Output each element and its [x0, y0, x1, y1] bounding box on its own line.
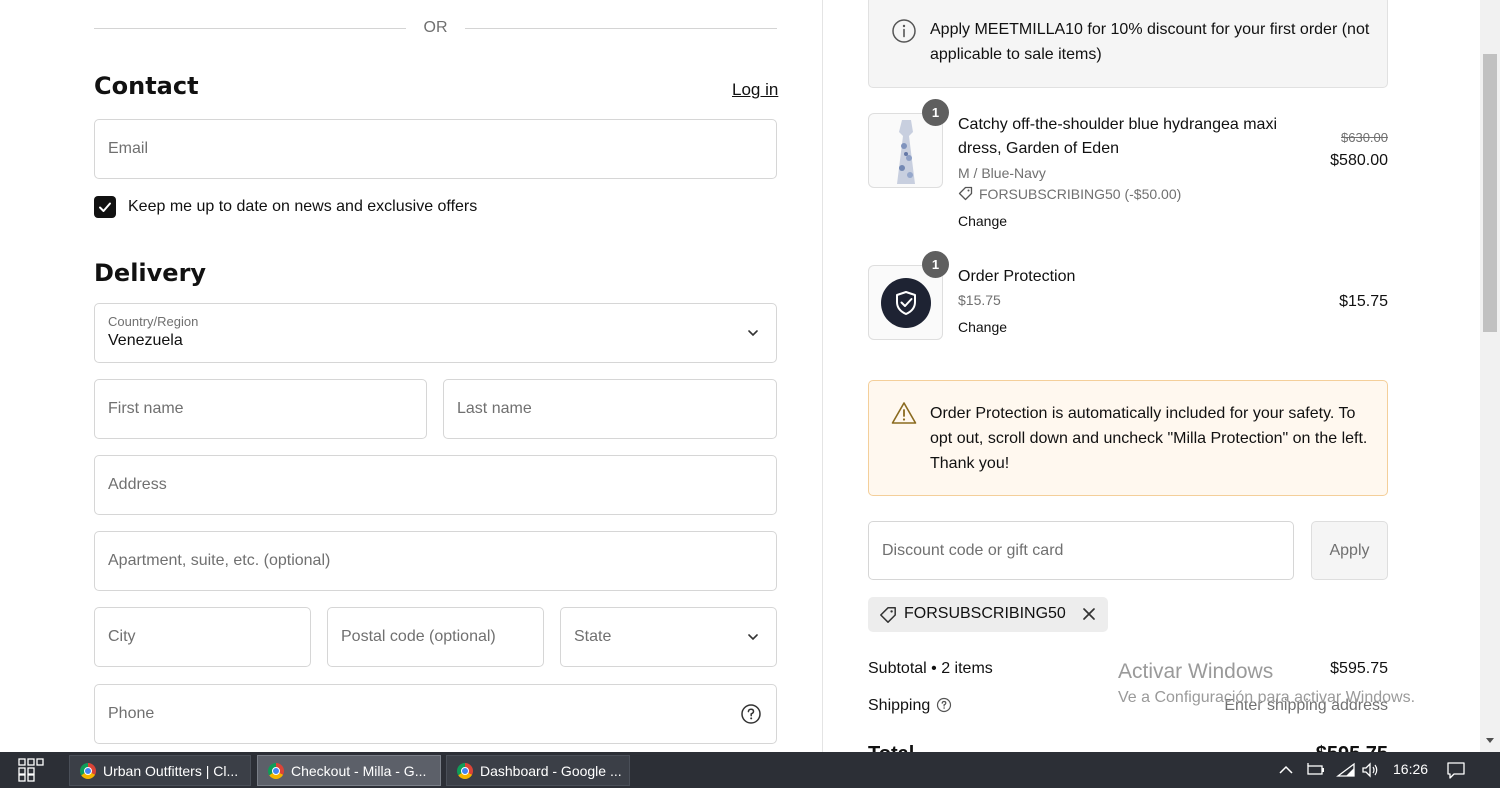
- item-price: $580.00: [1330, 152, 1388, 169]
- scroll-down-arrow[interactable]: [1486, 738, 1494, 743]
- wifi-icon[interactable]: [1336, 762, 1356, 778]
- warning-icon: [891, 402, 917, 424]
- postal-code-placeholder: Postal code (optional): [341, 628, 496, 645]
- remove-discount-icon[interactable]: [1081, 606, 1097, 622]
- volume-icon[interactable]: [1361, 762, 1381, 778]
- apply-button[interactable]: Apply: [1311, 521, 1388, 580]
- taskbar-app-checkout[interactable]: Checkout - Milla - G...: [257, 755, 441, 786]
- divider-line: [465, 28, 777, 29]
- last-name-placeholder: Last name: [457, 400, 532, 417]
- country-select[interactable]: Country/Region Venezuela: [94, 303, 777, 363]
- total-label: Total: [868, 743, 914, 752]
- apartment-field[interactable]: Apartment, suite, etc. (optional): [94, 531, 777, 591]
- item-variant: M / Blue-Navy: [958, 165, 1046, 181]
- shipping-value: Enter shipping address: [1224, 697, 1388, 714]
- help-icon[interactable]: [740, 703, 762, 725]
- checkout-page: OR Contact Log in Email Keep me up to da…: [0, 0, 1500, 752]
- address-field[interactable]: Address: [94, 455, 777, 515]
- checkmark-icon: [99, 202, 111, 212]
- chrome-icon: [457, 763, 473, 779]
- city-placeholder: City: [108, 628, 136, 645]
- tag-icon: [958, 186, 973, 201]
- email-field[interactable]: Email: [94, 119, 777, 179]
- protection-notice-text: Order Protection is automatically includ…: [930, 405, 1368, 472]
- first-name-field[interactable]: First name: [94, 379, 427, 439]
- item-price: $15.75: [1339, 293, 1388, 310]
- subtotal-label: Subtotal • 2 items: [868, 660, 993, 677]
- notifications-icon[interactable]: [1446, 761, 1466, 779]
- info-icon: [892, 19, 916, 43]
- promo-banner: Apply MEETMILLA10 for 10% discount for y…: [868, 0, 1388, 88]
- tag-icon: [880, 607, 896, 623]
- discount-code-placeholder: Discount code or gift card: [882, 541, 1064, 559]
- taskbar-app-dashboard[interactable]: Dashboard - Google ...: [446, 755, 630, 786]
- first-name-placeholder: First name: [108, 400, 184, 417]
- page-scrollbar[interactable]: [1480, 0, 1500, 752]
- country-label: Country/Region: [108, 314, 199, 329]
- subtotal-row: Subtotal • 2 items $595.75: [868, 660, 1388, 678]
- shipping-row: Shipping Enter shipping address: [868, 697, 1388, 715]
- email-placeholder: Email: [108, 140, 149, 157]
- item-discount: FORSUBSCRIBING50 (-$50.00): [958, 186, 1181, 202]
- task-view-icon[interactable]: [18, 758, 44, 782]
- delivery-heading: Delivery: [94, 259, 207, 287]
- chrome-icon: [268, 763, 284, 779]
- state-placeholder: State: [574, 628, 612, 645]
- phone-field[interactable]: Phone: [94, 684, 777, 744]
- newsletter-checkbox[interactable]: [94, 196, 116, 218]
- item-change-link[interactable]: Change: [958, 213, 1007, 229]
- chevron-down-icon: [748, 330, 758, 337]
- or-divider: OR: [94, 17, 777, 39]
- checkout-form: OR Contact Log in Email Keep me up to da…: [0, 0, 822, 752]
- apartment-placeholder: Apartment, suite, etc. (optional): [108, 552, 331, 569]
- phone-placeholder: Phone: [108, 705, 155, 722]
- taskbar-app-label: Dashboard - Google ...: [480, 763, 622, 779]
- address-placeholder: Address: [108, 476, 167, 493]
- chrome-icon: [80, 763, 96, 779]
- shield-logo: [881, 278, 931, 328]
- total-value: $595.75: [1316, 743, 1388, 752]
- battery-icon[interactable]: [1306, 762, 1326, 778]
- order-summary: Apply MEETMILLA10 for 10% discount for y…: [823, 0, 1480, 752]
- postal-code-field[interactable]: Postal code (optional): [327, 607, 544, 667]
- line-item: 1 Order Protection $15.75 Change $15.75: [868, 251, 1388, 345]
- item-title: Catchy off-the-shoulder blue hydrangea m…: [958, 116, 1277, 157]
- newsletter-label: Keep me up to date on news and exclusive…: [128, 198, 478, 215]
- subtotal-value: $595.75: [1330, 660, 1388, 677]
- city-field[interactable]: City: [94, 607, 311, 667]
- login-link[interactable]: Log in: [732, 80, 778, 100]
- quantity-badge: 1: [922, 99, 949, 126]
- line-item: 1 Catchy off-the-shoulder blue hydrangea…: [868, 99, 1388, 233]
- help-icon[interactable]: [936, 697, 952, 713]
- total-row: Total $595.75: [868, 743, 1388, 752]
- item-discount-text: FORSUBSCRIBING50 (-$50.00): [979, 186, 1182, 202]
- scrollbar-thumb[interactable]: [1483, 54, 1497, 332]
- item-variant: $15.75: [958, 292, 1001, 308]
- item-title: Order Protection: [958, 268, 1076, 285]
- applied-discount-tag: FORSUBSCRIBING50: [868, 597, 1108, 632]
- taskbar-app-label: Urban Outfitters | Cl...: [103, 763, 239, 779]
- quantity-badge: 1: [922, 251, 949, 278]
- original-price: $630.00: [1341, 130, 1388, 145]
- chevron-up-icon[interactable]: [1278, 763, 1294, 777]
- applied-code: FORSUBSCRIBING50: [904, 605, 1066, 622]
- state-select[interactable]: State: [560, 607, 777, 667]
- taskbar-app-urban-outfitters[interactable]: Urban Outfitters | Cl...: [69, 755, 251, 786]
- clock[interactable]: 16:26: [1393, 761, 1428, 777]
- protection-notice: Order Protection is automatically includ…: [868, 380, 1388, 496]
- country-value: Venezuela: [108, 332, 183, 349]
- shipping-label: Shipping: [868, 697, 931, 714]
- item-change-link[interactable]: Change: [958, 319, 1007, 335]
- contact-heading: Contact: [94, 72, 199, 100]
- shield-check-icon: [896, 291, 916, 315]
- taskbar-app-label: Checkout - Milla - G...: [291, 763, 427, 779]
- discount-code-input[interactable]: Discount code or gift card: [868, 521, 1294, 580]
- promo-text: Apply MEETMILLA10 for 10% discount for y…: [930, 21, 1370, 63]
- last-name-field[interactable]: Last name: [443, 379, 777, 439]
- chevron-down-icon: [748, 634, 758, 641]
- or-label: OR: [423, 19, 448, 36]
- windows-taskbar: Urban Outfitters | Cl... Checkout - Mill…: [0, 752, 1500, 788]
- divider-line: [94, 28, 406, 29]
